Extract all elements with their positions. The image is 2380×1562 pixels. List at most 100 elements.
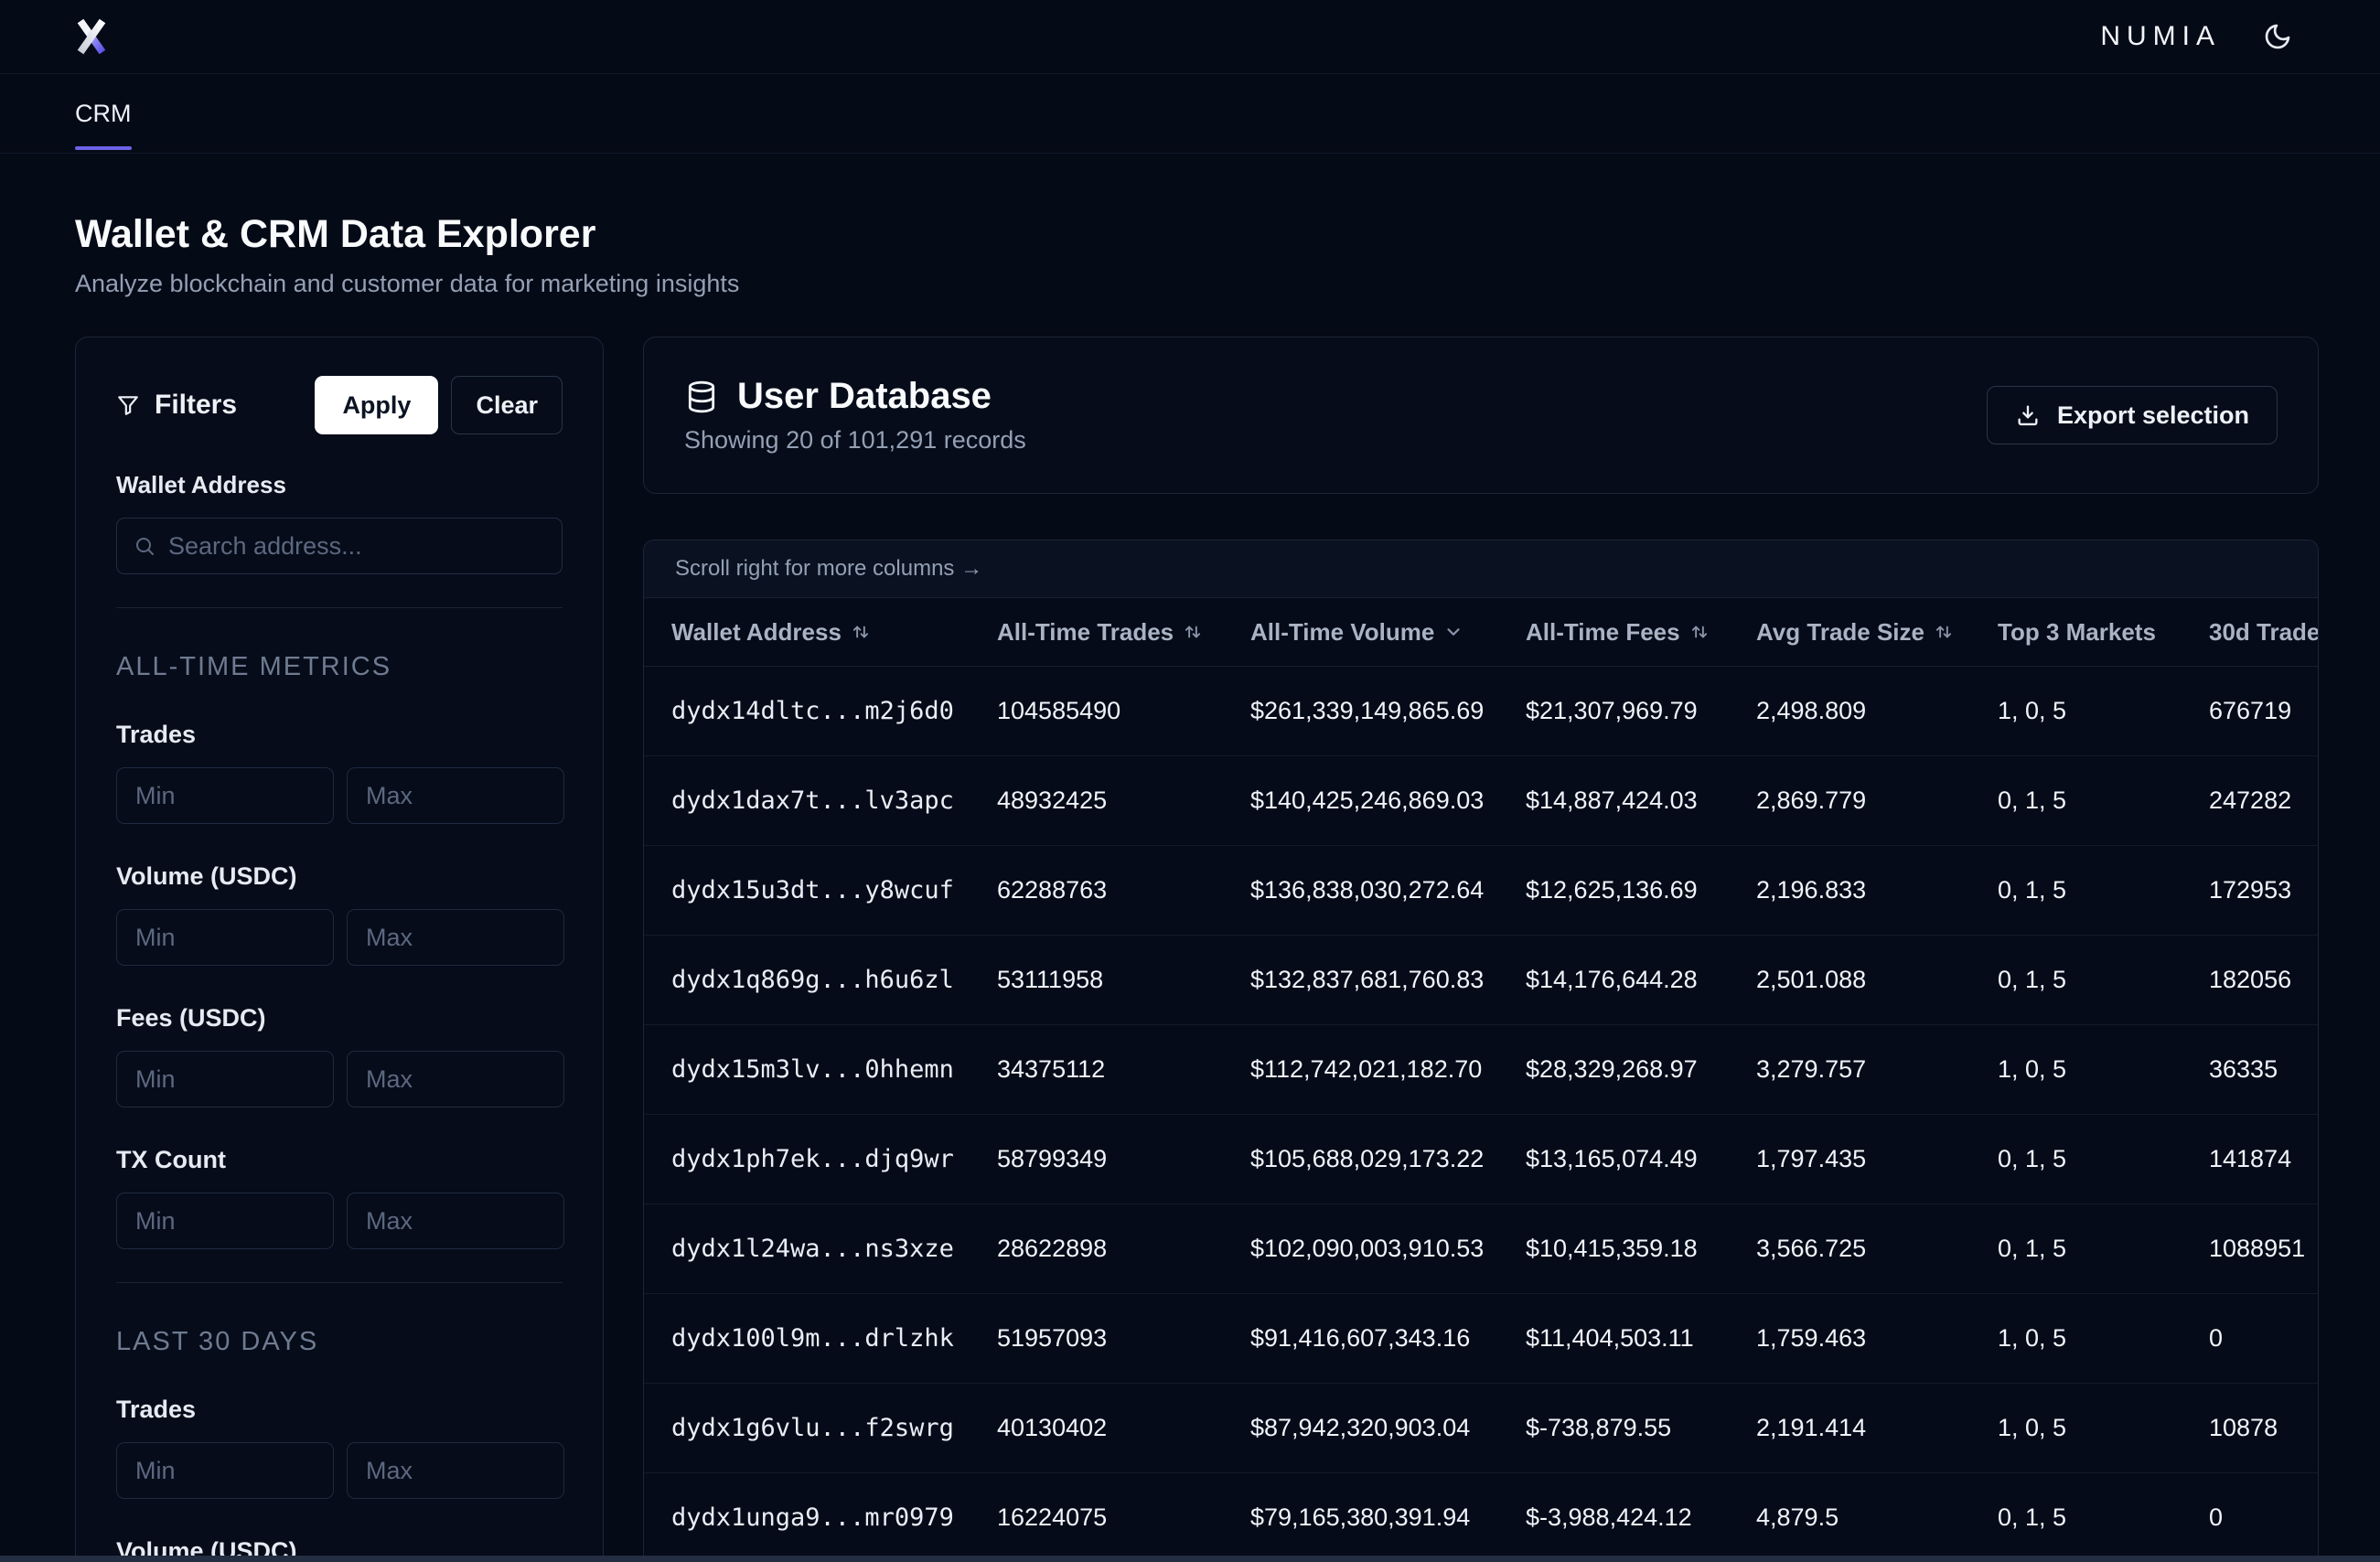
table-row[interactable]: dydx1q869g...h6u6zl 53111958 $132,837,68…	[644, 936, 2318, 1025]
table-row[interactable]: dydx1g6vlu...f2swrg 40130402 $87,942,320…	[644, 1384, 2318, 1473]
wallet-address-cell: dydx1g6vlu...f2swrg	[644, 1414, 970, 1442]
column-label: 30d Trades	[2209, 618, 2319, 647]
column-header-avg-trade-size[interactable]: Avg Trade Size	[1729, 618, 1970, 647]
table-row[interactable]: dydx1l24wa...ns3xze 28622898 $102,090,00…	[644, 1204, 2318, 1294]
min-input[interactable]	[116, 1051, 334, 1107]
all-time-trades-cell: 51957093	[970, 1324, 1223, 1353]
sort-updown-icon	[1934, 622, 1954, 642]
trades-30d-cell: 0	[2182, 1503, 2319, 1532]
column-header-30d-trades: 30d Trades	[2182, 618, 2319, 647]
wallet-address-cell: dydx1unga9...mr0979	[644, 1503, 970, 1532]
filter-field-label: Volume (USDC)	[116, 862, 563, 891]
trades-30d-cell: 172953	[2182, 876, 2319, 904]
main-content: User Database Showing 20 of 101,291 reco…	[643, 337, 2319, 1562]
clear-button[interactable]: Clear	[451, 376, 563, 434]
sort-desc-icon	[1443, 622, 1463, 642]
all-time-volume-cell: $91,416,607,343.16	[1223, 1324, 1498, 1353]
max-input[interactable]	[347, 1193, 564, 1249]
max-input[interactable]	[347, 909, 564, 966]
column-label: All-Time Trades	[997, 618, 1174, 647]
all-time-volume-cell: $136,838,030,272.64	[1223, 876, 1498, 904]
table-row[interactable]: dydx15m3lv...0hhemn 34375112 $112,742,02…	[644, 1025, 2318, 1115]
min-input[interactable]	[116, 1442, 334, 1499]
search-icon	[134, 535, 155, 557]
avg-trade-size-cell: 2,498.809	[1729, 697, 1970, 725]
records-count: Showing 20 of 101,291 records	[684, 426, 1026, 455]
table-row[interactable]: dydx1dax7t...lv3apc 48932425 $140,425,24…	[644, 756, 2318, 846]
column-header-all-time-trades[interactable]: All-Time Trades	[970, 618, 1223, 647]
min-input[interactable]	[116, 1193, 334, 1249]
filters-title: Filters	[155, 390, 237, 421]
top-3-markets-cell: 1, 0, 5	[1970, 1324, 2182, 1353]
wallet-address-cell: dydx14dltc...m2j6d0	[644, 697, 970, 725]
trades-30d-cell: 676719	[2182, 697, 2319, 725]
all-time-volume-cell: $112,742,021,182.70	[1223, 1055, 1498, 1084]
page-subtitle: Analyze blockchain and customer data for…	[75, 270, 2380, 298]
filters-panel: Filters Apply Clear Wallet Address ALL-T…	[75, 337, 604, 1562]
all-time-fees-cell: $14,176,644.28	[1498, 966, 1729, 994]
export-selection-label: Export selection	[2057, 401, 2249, 430]
top-3-markets-cell: 0, 1, 5	[1970, 966, 2182, 994]
table-header-row: Wallet Address All-Time Trades All-Time Vo…	[644, 598, 2318, 667]
avg-trade-size-cell: 4,879.5	[1729, 1503, 1970, 1532]
search-address-input[interactable]	[168, 532, 545, 561]
table-row[interactable]: dydx1ph7ek...djq9wr 58799349 $105,688,02…	[644, 1115, 2318, 1204]
all-time-trades-cell: 34375112	[970, 1055, 1223, 1084]
column-header-wallet-address[interactable]: Wallet Address	[644, 618, 970, 647]
min-input[interactable]	[116, 909, 334, 966]
database-header-card: User Database Showing 20 of 101,291 reco…	[643, 337, 2319, 494]
filter-field-label: TX Count	[116, 1146, 563, 1174]
tab-crm[interactable]: CRM	[75, 74, 132, 153]
database-title: User Database	[737, 376, 992, 417]
wallet-address-cell: dydx15m3lv...0hhemn	[644, 1055, 970, 1084]
table-row[interactable]: dydx14dltc...m2j6d0 104585490 $261,339,1…	[644, 667, 2318, 756]
top-3-markets-cell: 1, 0, 5	[1970, 1414, 2182, 1442]
min-input[interactable]	[116, 767, 334, 824]
all-time-trades-cell: 58799349	[970, 1145, 1223, 1173]
x-logo-icon	[75, 18, 108, 55]
table-row[interactable]: dydx1unga9...mr0979 16224075 $79,165,380…	[644, 1473, 2318, 1562]
filter-field-label: Fees (USDC)	[116, 1004, 563, 1032]
top-3-markets-cell: 0, 1, 5	[1970, 1235, 2182, 1263]
all-time-trades-cell: 16224075	[970, 1503, 1223, 1532]
wallet-address-cell: dydx15u3dt...y8wcuf	[644, 876, 970, 904]
section-divider	[116, 1282, 563, 1283]
avg-trade-size-cell: 2,501.088	[1729, 966, 1970, 994]
max-input[interactable]	[347, 1051, 564, 1107]
avg-trade-size-cell: 1,797.435	[1729, 1145, 1970, 1173]
trades-30d-cell: 10878	[2182, 1414, 2319, 1442]
export-selection-button[interactable]: Export selection	[1987, 386, 2278, 444]
column-label: All-Time Volume	[1250, 618, 1434, 647]
filter-sections: ALL-TIME METRICS Trades Volume (USDC) Fe…	[116, 607, 563, 1562]
theme-toggle-button[interactable]	[2263, 22, 2292, 51]
all-time-volume-cell: $105,688,029,173.22	[1223, 1145, 1498, 1173]
sort-updown-icon	[1183, 622, 1203, 642]
avg-trade-size-cell: 2,191.414	[1729, 1414, 1970, 1442]
table-row[interactable]: dydx15u3dt...y8wcuf 62288763 $136,838,03…	[644, 846, 2318, 936]
all-time-fees-cell: $21,307,969.79	[1498, 697, 1729, 725]
top-3-markets-cell: 1, 0, 5	[1970, 697, 2182, 725]
all-time-volume-cell: $87,942,320,903.04	[1223, 1414, 1498, 1442]
page-title: Wallet & CRM Data Explorer	[75, 212, 2380, 257]
apply-button[interactable]: Apply	[315, 376, 438, 434]
sort-updown-icon	[851, 622, 871, 642]
all-time-fees-cell: $14,887,424.03	[1498, 786, 1729, 815]
wallet-address-cell: dydx100l9m...drlzhk	[644, 1324, 970, 1353]
column-header-all-time-volume[interactable]: All-Time Volume	[1223, 618, 1498, 647]
all-time-fees-cell: $-3,988,424.12	[1498, 1503, 1729, 1532]
all-time-fees-cell: $13,165,074.49	[1498, 1145, 1729, 1173]
max-input[interactable]	[347, 1442, 564, 1499]
avg-trade-size-cell: 1,759.463	[1729, 1324, 1970, 1353]
max-input[interactable]	[347, 767, 564, 824]
x-logo[interactable]	[75, 18, 108, 55]
top-3-markets-cell: 0, 1, 5	[1970, 786, 2182, 815]
wallet-address-cell: dydx1ph7ek...djq9wr	[644, 1145, 970, 1173]
column-header-all-time-fees[interactable]: All-Time Fees	[1498, 618, 1729, 647]
column-label: Avg Trade Size	[1756, 618, 1924, 647]
database-icon	[684, 380, 719, 414]
wallet-address-label: Wallet Address	[116, 471, 563, 499]
filter-section-heading: LAST 30 DAYS	[116, 1327, 563, 1357]
horizontal-scrollbar[interactable]	[0, 1556, 2380, 1562]
table-row[interactable]: dydx100l9m...drlzhk 51957093 $91,416,607…	[644, 1294, 2318, 1384]
all-time-volume-cell: $261,339,149,865.69	[1223, 697, 1498, 725]
